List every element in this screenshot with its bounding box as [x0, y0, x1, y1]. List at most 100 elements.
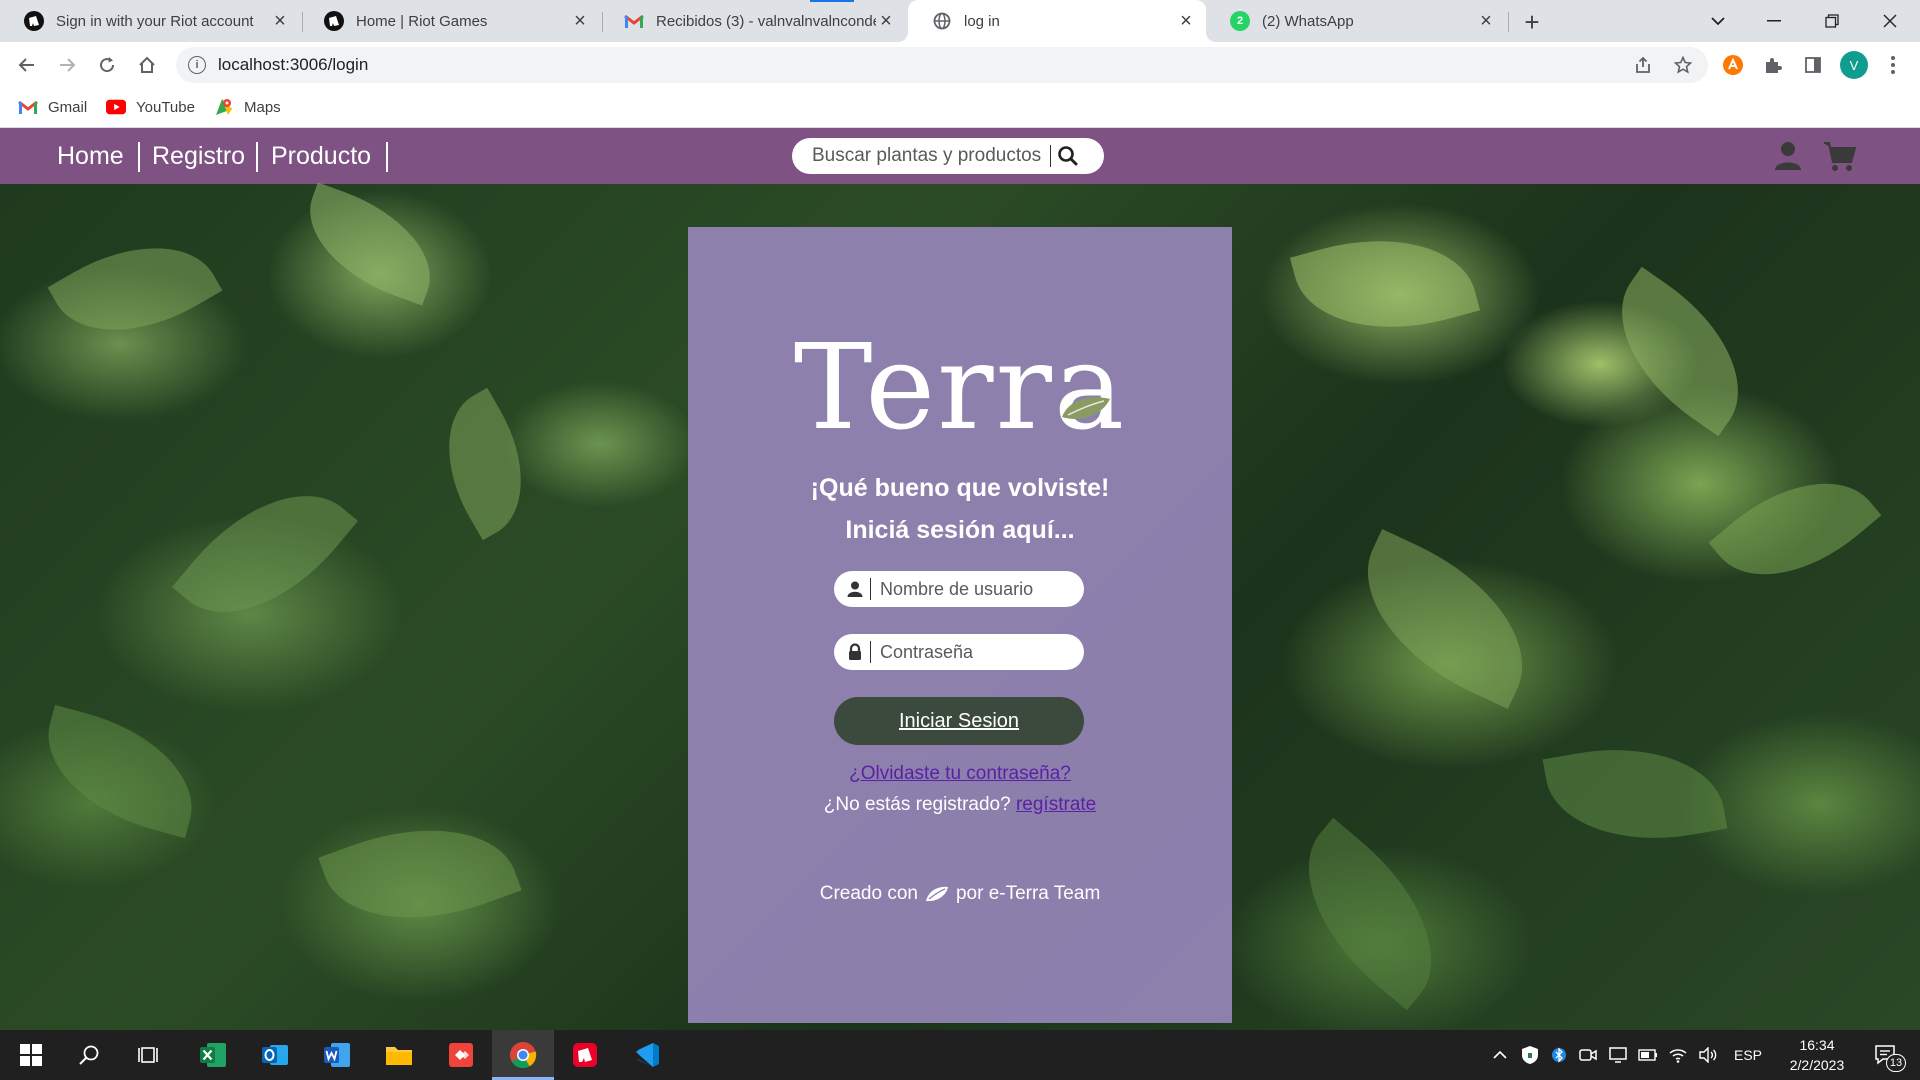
footer-suffix: por e-Terra Team: [955, 883, 1101, 904]
tab-loading-indicator: [810, 0, 854, 2]
register-row: ¿No estás registrado? regístrate: [688, 794, 1232, 816]
username-field: [834, 571, 1084, 607]
leaf-icon: [1062, 397, 1110, 419]
bookmark-label: Maps: [244, 98, 281, 116]
tab-riot-signin[interactable]: Sign in with your Riot account ×: [0, 0, 300, 42]
minimize-button[interactable]: [1746, 0, 1802, 42]
clock-time: 16:34: [1799, 1037, 1835, 1053]
login-subheading: Iniciá sesión aquí...: [845, 516, 1075, 544]
side-panel-icon[interactable]: [1798, 50, 1828, 80]
tab-riot-home[interactable]: Home | Riot Games ×: [300, 0, 600, 42]
forgot-password-link[interactable]: ¿Olvidaste tu contraseña?: [849, 763, 1071, 784]
tab-close-icon[interactable]: ×: [1176, 10, 1196, 32]
tab-whatsapp[interactable]: 2 (2) WhatsApp ×: [1206, 0, 1506, 42]
tab-close-icon[interactable]: ×: [570, 10, 590, 32]
riot-client-icon[interactable]: [554, 1030, 616, 1080]
forgot-password-row: ¿Olvidaste tu contraseña?: [688, 763, 1232, 785]
display-icon[interactable]: [1606, 1030, 1630, 1080]
youtube-icon: [106, 98, 126, 116]
windows-start-icon[interactable]: [0, 1030, 62, 1080]
site-search-bar: [792, 138, 1104, 174]
user-icon: [846, 580, 864, 598]
globe-icon: [932, 11, 952, 31]
avast-extension-icon[interactable]: [1718, 50, 1748, 80]
share-icon[interactable]: [1632, 54, 1654, 76]
search-icon[interactable]: [58, 1030, 120, 1080]
restore-button[interactable]: [1804, 0, 1860, 42]
bookmark-gmail[interactable]: Gmail: [18, 98, 87, 116]
register-link[interactable]: regístrate: [1016, 794, 1096, 815]
lock-icon: [846, 643, 864, 661]
tab-close-icon[interactable]: ×: [270, 10, 290, 32]
back-button[interactable]: [12, 50, 42, 80]
file-explorer-icon[interactable]: [368, 1030, 430, 1080]
bookmark-label: Gmail: [48, 98, 88, 116]
welcome-heading: ¡Qué bueno que volviste!: [810, 474, 1110, 502]
nav-divider: [386, 142, 388, 172]
password-input[interactable]: [880, 634, 1076, 670]
user-icon[interactable]: [1770, 138, 1806, 174]
tab-gmail[interactable]: Recibidos (3) - valnvalnvalnconde ×: [600, 0, 906, 42]
web-page: Home Registro Producto Buscar plantas y …: [0, 128, 1920, 1030]
task-view-icon[interactable]: [118, 1030, 180, 1080]
riot-icon: [324, 11, 344, 31]
notification-badge: 13: [1886, 1054, 1906, 1072]
wifi-icon[interactable]: [1666, 1030, 1690, 1080]
gmail-icon: [624, 11, 644, 31]
card-footer: Creado con por e-Terra Team: [688, 883, 1232, 905]
notification-center-icon[interactable]: 13: [1864, 1030, 1908, 1080]
footer-prefix: Creado con: [819, 883, 918, 904]
bookmark-label: YouTube: [136, 98, 195, 116]
excel-icon[interactable]: [182, 1030, 244, 1080]
show-hidden-icons-icon[interactable]: [1488, 1030, 1512, 1080]
chrome-icon[interactable]: [492, 1030, 554, 1080]
bookmark-star-icon[interactable]: [1672, 54, 1694, 76]
word-icon[interactable]: [306, 1030, 368, 1080]
vscode-icon[interactable]: [616, 1030, 678, 1080]
background-leaf: [172, 456, 358, 652]
nav-link-producto[interactable]: Producto: [271, 140, 371, 172]
tab-close-icon[interactable]: ×: [1476, 10, 1496, 32]
background-leaf: [1587, 266, 1773, 437]
tab-title: Home | Riot Games: [356, 12, 488, 30]
outlook-icon[interactable]: [244, 1030, 306, 1080]
url-text: localhost:3006/login: [218, 55, 369, 74]
bluetooth-icon[interactable]: [1548, 1030, 1570, 1080]
profile-avatar[interactable]: V: [1840, 51, 1868, 79]
new-tab-button[interactable]: +: [1518, 7, 1546, 37]
nav-link-registro[interactable]: Registro: [152, 140, 245, 172]
site-info-icon[interactable]: i: [188, 56, 206, 74]
bookmark-youtube[interactable]: YouTube: [106, 98, 195, 116]
anydesk-icon[interactable]: [430, 1030, 492, 1080]
site-search-input[interactable]: [812, 138, 1052, 174]
nav-divider: [256, 142, 258, 172]
background-leaf: [30, 704, 210, 839]
windows-security-icon[interactable]: [1518, 1030, 1542, 1080]
close-window-button[interactable]: [1862, 0, 1918, 42]
language-indicator[interactable]: ESP: [1730, 1030, 1766, 1080]
field-divider: [870, 578, 871, 600]
username-input[interactable]: [880, 571, 1076, 607]
chrome-menu-icon[interactable]: [1878, 50, 1908, 80]
login-button[interactable]: Iniciar Sesion: [834, 697, 1084, 745]
volume-icon[interactable]: [1696, 1030, 1720, 1080]
battery-icon[interactable]: [1636, 1030, 1660, 1080]
leaf-icon: [925, 886, 948, 902]
clock[interactable]: 16:34 2/2/2023: [1772, 1030, 1862, 1080]
cart-icon[interactable]: [1822, 138, 1858, 174]
search-icon[interactable]: [1056, 144, 1080, 168]
extensions-puzzle-icon[interactable]: [1758, 50, 1788, 80]
reload-button[interactable]: [92, 50, 122, 80]
tab-login[interactable]: log in ×: [898, 0, 1216, 42]
tab-title: Sign in with your Riot account: [56, 12, 254, 30]
meet-now-icon[interactable]: [1576, 1030, 1600, 1080]
tab-search-icon[interactable]: [1690, 0, 1746, 42]
tab-close-icon[interactable]: ×: [876, 10, 896, 32]
forward-button[interactable]: [52, 50, 82, 80]
site-navbar: Home Registro Producto: [0, 128, 1920, 184]
home-button[interactable]: [132, 50, 162, 80]
bookmark-maps[interactable]: Maps: [214, 98, 281, 116]
login-card: Terra ¡Qué bueno que volviste! Iniciá se…: [688, 227, 1232, 1023]
nav-link-home[interactable]: Home: [57, 140, 124, 172]
address-bar[interactable]: i localhost:3006/login: [176, 47, 1708, 83]
